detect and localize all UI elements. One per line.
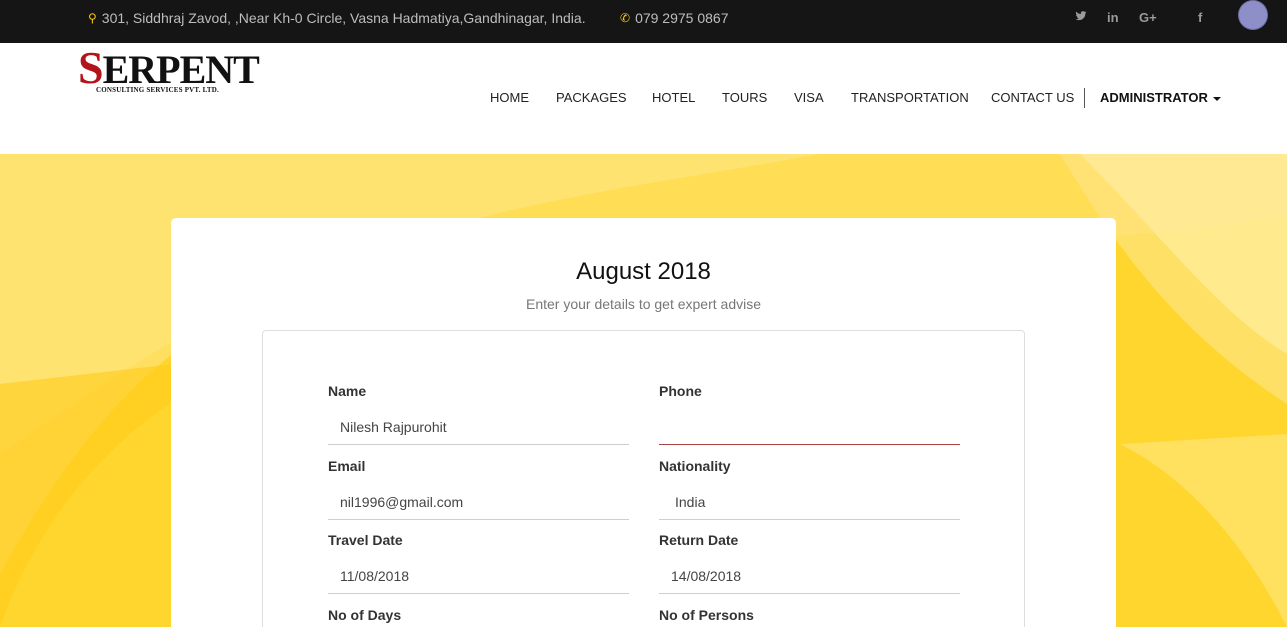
nationality-field-group: Nationality India xyxy=(659,458,960,520)
travel-date-label: Travel Date xyxy=(328,532,403,548)
page-title: August 2018 xyxy=(576,258,711,285)
persons-label: No of Persons xyxy=(659,607,754,623)
nav-transportation[interactable]: TRANSPORTATION xyxy=(851,90,969,105)
facebook-icon[interactable]: f xyxy=(1198,10,1202,25)
phone-field-group: Phone xyxy=(659,383,960,445)
email-input[interactable]: nil1996@gmail.com xyxy=(328,490,629,520)
email-field-group: Email nil1996@gmail.com xyxy=(328,458,629,520)
phone-label: Phone xyxy=(659,383,702,399)
caret-down-icon xyxy=(1212,96,1221,101)
nationality-label: Nationality xyxy=(659,458,731,474)
travel-date-field-group: Travel Date 11/08/2018 xyxy=(328,532,629,594)
return-date-field-group: Return Date 14/08/2018 xyxy=(659,532,960,594)
enquiry-form: Name Nilesh Rajpurohit Phone Email nil19… xyxy=(262,330,1025,627)
logo-tagline: CONSULTING SERVICES PVT. LTD. xyxy=(96,86,219,94)
phone: ✆ 079 2975 0867 xyxy=(620,10,729,26)
nav-home[interactable]: HOME xyxy=(490,90,529,105)
address: ⚲ 301, Siddhraj Zavod, ,Near Kh-0 Circle… xyxy=(88,10,586,26)
name-input[interactable]: Nilesh Rajpurohit xyxy=(328,415,629,445)
days-field-group: No of Days xyxy=(328,607,629,627)
nav-contact[interactable]: CONTACT US xyxy=(991,90,1074,105)
site-header: SERPENT CONSULTING SERVICES PVT. LTD. HO… xyxy=(0,43,1287,154)
avatar[interactable] xyxy=(1239,1,1267,29)
phone-input[interactable] xyxy=(659,415,960,445)
days-label: No of Days xyxy=(328,607,402,623)
map-marker-icon: ⚲ xyxy=(88,11,97,25)
twitter-icon[interactable] xyxy=(1075,10,1087,25)
travel-date-input[interactable]: 11/08/2018 xyxy=(328,564,629,594)
google-plus-icon[interactable]: G+ xyxy=(1139,10,1157,25)
return-date-input[interactable]: 14/08/2018 xyxy=(659,564,960,594)
address-text: 301, Siddhraj Zavod, ,Near Kh-0 Circle, … xyxy=(101,10,586,26)
nav-packages[interactable]: PACKAGES xyxy=(556,90,627,105)
nav-divider xyxy=(1084,88,1085,108)
page-subtitle: Enter your details to get expert advise xyxy=(525,296,762,312)
logo[interactable]: SERPENT CONSULTING SERVICES PVT. LTD. xyxy=(78,45,260,98)
return-date-label: Return Date xyxy=(659,532,739,548)
phone-text: 079 2975 0867 xyxy=(635,10,729,26)
enquiry-card: August 2018 Enter your details to get ex… xyxy=(171,218,1116,627)
nav-hotel[interactable]: HOTEL xyxy=(652,90,695,105)
nav-visa[interactable]: VISA xyxy=(794,90,824,105)
top-bar: ⚲ 301, Siddhraj Zavod, ,Near Kh-0 Circle… xyxy=(0,0,1287,43)
nav-administrator-dropdown[interactable]: ADMINISTRATOR xyxy=(1100,90,1221,105)
linkedin-icon[interactable]: in xyxy=(1107,10,1119,25)
phone-icon: ✆ xyxy=(620,11,631,25)
persons-field-group: No of Persons xyxy=(659,607,960,627)
email-label: Email xyxy=(328,458,366,474)
name-label: Name xyxy=(328,383,367,399)
nationality-select[interactable]: India xyxy=(659,490,960,520)
nav-tours[interactable]: TOURS xyxy=(722,90,767,105)
name-field-group: Name Nilesh Rajpurohit xyxy=(328,383,629,445)
